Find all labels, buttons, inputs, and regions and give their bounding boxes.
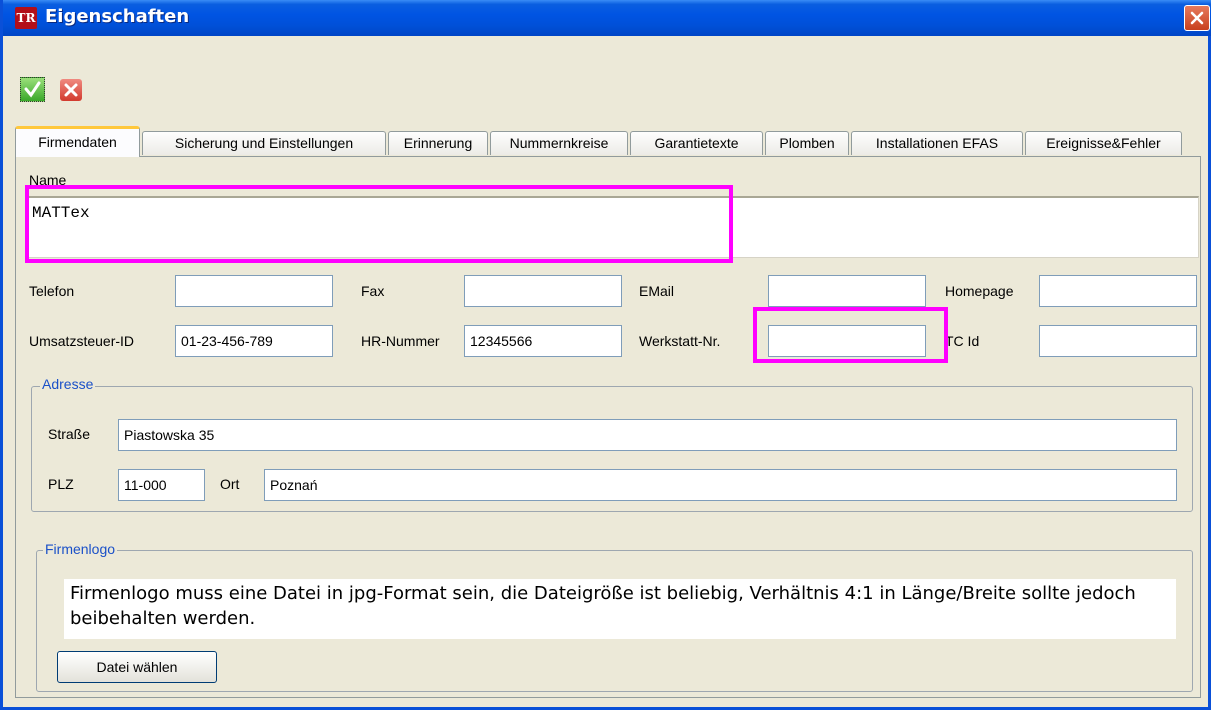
properties-window: TR Eigenschaften Firmendaten Sicherung u… — [0, 0, 1211, 710]
telefon-field[interactable] — [175, 275, 333, 307]
homepage-label: Homepage — [945, 283, 1014, 299]
name-label: Name — [29, 172, 67, 188]
tc-id-field[interactable] — [1039, 325, 1197, 357]
checkmark-icon — [24, 81, 41, 98]
window-title: Eigenschaften — [45, 6, 190, 27]
strasse-label: Straße — [48, 426, 91, 442]
choose-file-button[interactable]: Datei wählen — [57, 651, 217, 683]
name-field[interactable]: MATTex — [25, 196, 1199, 258]
tab-firmendaten[interactable]: Firmendaten — [15, 126, 140, 157]
ok-button[interactable] — [20, 77, 45, 102]
tab-installationen-efas[interactable]: Installationen EFAS — [851, 131, 1023, 155]
telefon-label: Telefon — [29, 283, 75, 299]
umsatzsteuer-id-field[interactable]: 01-23-456-789 — [175, 325, 333, 357]
title-bar[interactable]: TR Eigenschaften — [3, 0, 1211, 36]
email-field[interactable] — [768, 275, 926, 307]
cross-icon — [64, 83, 78, 97]
close-button[interactable] — [1184, 5, 1210, 31]
tab-nummernkreise[interactable]: Nummernkreise — [490, 131, 628, 155]
plz-label: PLZ — [48, 476, 74, 492]
fax-label: Fax — [361, 283, 385, 299]
ort-field[interactable]: Poznań — [264, 469, 1177, 501]
email-label: EMail — [639, 283, 675, 299]
tab-erinnerung[interactable]: Erinnerung — [388, 131, 488, 155]
tab-sicherung-und-einstellungen[interactable]: Sicherung und Einstellungen — [142, 131, 386, 155]
tc-id-label: TC Id — [945, 333, 980, 349]
tab-garantietexte[interactable]: Garantietexte — [630, 131, 763, 155]
ort-label: Ort — [220, 476, 240, 492]
plz-field[interactable]: 11-000 — [118, 469, 205, 501]
app-icon: TR — [15, 7, 37, 29]
werkstatt-nr-field[interactable] — [768, 325, 926, 357]
strasse-field[interactable]: Piastowska 35 — [118, 419, 1177, 451]
tab-plomben[interactable]: Plomben — [765, 131, 849, 155]
close-icon — [1190, 11, 1204, 25]
hr-nummer-label: HR-Nummer — [361, 333, 440, 349]
hr-nummer-field[interactable]: 12345566 — [464, 325, 622, 357]
cancel-button[interactable] — [60, 79, 82, 101]
firmenlogo-note: Firmenlogo muss eine Datei in jpg-Format… — [64, 579, 1176, 639]
tab-ereignisse-fehler[interactable]: Ereignisse&Fehler — [1025, 131, 1182, 155]
werkstatt-nr-label: Werkstatt-Nr. — [639, 333, 721, 349]
firmenlogo-legend: Firmenlogo — [43, 541, 118, 557]
homepage-field[interactable] — [1039, 275, 1197, 307]
fax-field[interactable] — [464, 275, 622, 307]
address-legend: Adresse — [40, 376, 96, 392]
umsatzsteuer-id-label: Umsatzsteuer-ID — [29, 333, 135, 349]
